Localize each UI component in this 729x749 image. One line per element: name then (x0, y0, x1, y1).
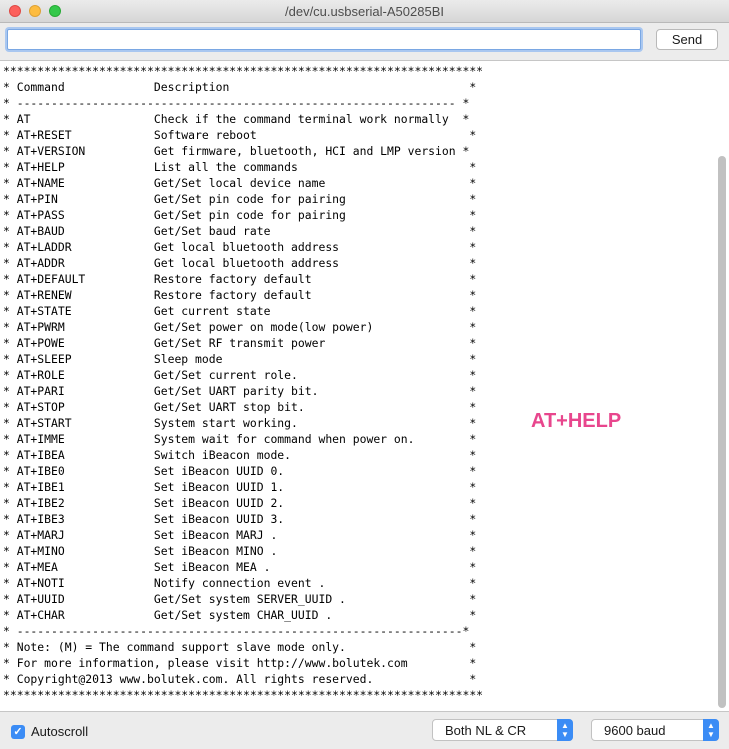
console-line: * AT+PWRM Get/Set power on mode(low powe… (3, 320, 477, 334)
console-line: * AT+DEFAULT Restore factory default * (3, 272, 477, 286)
console-line: * AT+IBE2 Set iBeacon UUID 2. * (3, 496, 477, 510)
console-line: * AT+PIN Get/Set pin code for pairing * (3, 192, 477, 206)
console-line: * AT+SLEEP Sleep mode * (3, 352, 477, 366)
console-line: * Copyright@2013 www.bolutek.com. All ri… (3, 672, 477, 686)
console-line: * AT+NOTI Notify connection event . * (3, 576, 477, 590)
console-line: * AT+BAUD Get/Set baud rate * (3, 224, 477, 238)
console-line: * --------------------------------------… (3, 96, 470, 110)
console-line: * Command Description * (3, 80, 477, 94)
serial-output-text: ****************************************… (3, 63, 483, 703)
chevron-up-down-icon: ▲ ▼ (703, 719, 719, 741)
console-line: * AT+ADDR Get local bluetooth address * (3, 256, 477, 270)
console-line: * AT+START System start working. * (3, 416, 477, 430)
line-ending-value: Both NL & CR (445, 723, 527, 738)
console-line: * AT+IBEA Switch iBeacon mode. * (3, 448, 477, 462)
status-bar: ✓ Autoscroll Both NL & CR ▲ ▼ 9600 baud ▲… (0, 713, 729, 749)
vertical-scrollbar[interactable] (715, 63, 728, 709)
console-line: * AT+VERSION Get firmware, bluetooth, HC… (3, 144, 470, 158)
annotation-label: AT+HELP (531, 410, 622, 432)
autoscroll-label: Autoscroll (31, 724, 89, 739)
console-line: * AT+RESET Software reboot * (3, 128, 477, 142)
baud-rate-value: 9600 baud (604, 723, 666, 738)
console-line: * AT Check if the command terminal work … (3, 112, 470, 126)
console-line: ****************************************… (3, 688, 484, 702)
send-toolbar: Send (0, 23, 729, 59)
serial-send-input[interactable] (7, 29, 641, 50)
console-line: * AT+NAME Get/Set local device name * (3, 176, 477, 190)
console-line: * AT+POWE Get/Set RF transmit power * (3, 336, 477, 350)
window-title: /dev/cu.usbserial-A50285BI (285, 4, 444, 19)
console-line: * AT+IBE3 Set iBeacon UUID 3. * (3, 512, 477, 526)
console-line: * AT+STATE Get current state * (3, 304, 477, 318)
console-line: * AT+STOP Get/Set UART stop bit. * (3, 400, 477, 414)
console-line: * AT+MINO Set iBeacon MINO . * (3, 544, 477, 558)
console-line: * For more information, please visit htt… (3, 656, 477, 670)
console-line: * AT+PARI Get/Set UART parity bit. * (3, 384, 477, 398)
send-button[interactable]: Send (656, 29, 718, 50)
console-line: * AT+MARJ Set iBeacon MARJ . * (3, 528, 477, 542)
console-line: * AT+UUID Get/Set system SERVER_UUID . * (3, 592, 477, 606)
console-line: * AT+ROLE Get/Set current role. * (3, 368, 477, 382)
console-line: ****************************************… (3, 64, 484, 78)
console-line: * AT+MEA Set iBeacon MEA . * (3, 560, 477, 574)
console-line: * AT+CHAR Get/Set system CHAR_UUID . * (3, 608, 477, 622)
serial-output-console[interactable]: ****************************************… (0, 60, 729, 712)
console-line: * AT+RENEW Restore factory default * (3, 288, 477, 302)
console-line: * AT+PASS Get/Set pin code for pairing * (3, 208, 477, 222)
scrollbar-thumb[interactable] (718, 156, 726, 708)
console-line: * AT+IBE1 Set iBeacon UUID 1. * (3, 480, 477, 494)
chevron-up-down-icon: ▲ ▼ (557, 719, 573, 741)
console-line: * --------------------------------------… (3, 624, 470, 638)
baud-rate-select[interactable]: 9600 baud ▲ ▼ (591, 719, 719, 741)
line-ending-select[interactable]: Both NL & CR ▲ ▼ (432, 719, 573, 741)
title-bar: /dev/cu.usbserial-A50285BI (0, 0, 729, 23)
console-line: * AT+HELP List all the commands * (3, 160, 477, 174)
console-line: * AT+IMME System wait for command when p… (3, 432, 477, 446)
console-line: * Note: (M) = The command support slave … (3, 640, 477, 654)
autoscroll-checkbox[interactable]: ✓ (11, 725, 25, 739)
console-line: * AT+LADDR Get local bluetooth address * (3, 240, 477, 254)
console-line: * AT+IBE0 Set iBeacon UUID 0. * (3, 464, 477, 478)
